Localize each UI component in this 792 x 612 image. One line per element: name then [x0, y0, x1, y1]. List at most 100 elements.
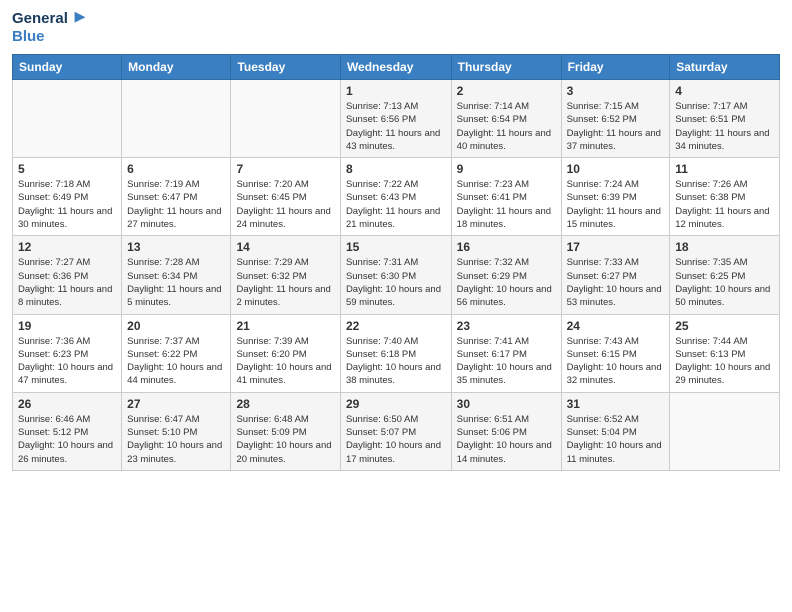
- page-container: General Blue SundayMondayTuesdayWednesda…: [0, 0, 792, 479]
- day-number: 24: [567, 319, 665, 333]
- day-info: Sunrise: 7:40 AM Sunset: 6:18 PM Dayligh…: [346, 335, 446, 388]
- day-info: Sunrise: 7:43 AM Sunset: 6:15 PM Dayligh…: [567, 335, 665, 388]
- day-cell: 17 Sunrise: 7:33 AM Sunset: 6:27 PM Dayli…: [561, 236, 670, 314]
- day-number: 23: [457, 319, 556, 333]
- day-info: Sunrise: 6:48 AM Sunset: 5:09 PM Dayligh…: [236, 413, 334, 466]
- week-row-2: 5 Sunrise: 7:18 AM Sunset: 6:49 PM Daylig…: [13, 158, 780, 236]
- day-number: 19: [18, 319, 116, 333]
- day-number: 20: [127, 319, 225, 333]
- day-info: Sunrise: 7:33 AM Sunset: 6:27 PM Dayligh…: [567, 256, 665, 309]
- day-cell: 28Sunrise: 6:48 AM Sunset: 5:09 PM Dayli…: [231, 392, 340, 470]
- weekday-header-monday: Monday: [122, 55, 231, 80]
- day-cell: 25 Sunrise: 7:44 AM Sunset: 6:13 PM Dayli…: [670, 314, 780, 392]
- weekday-header-wednesday: Wednesday: [340, 55, 451, 80]
- day-number: 22: [346, 319, 446, 333]
- day-number: 21: [236, 319, 334, 333]
- day-cell: 3Sunrise: 7:15 AM Sunset: 6:52 PM Daylig…: [561, 80, 670, 158]
- day-cell: 7Sunrise: 7:20 AM Sunset: 6:45 PM Daylig…: [231, 158, 340, 236]
- day-cell: 31 Sunrise: 6:52 AM Sunset: 5:04 PM Dayli…: [561, 392, 670, 470]
- day-number: 1: [346, 84, 446, 98]
- day-cell: [670, 392, 780, 470]
- day-info: Sunrise: 7:26 AM Sunset: 6:38 PM Dayligh…: [675, 178, 774, 231]
- day-cell: 26 Sunrise: 6:46 AM Sunset: 5:12 PM Dayli…: [13, 392, 122, 470]
- day-number: 30: [457, 397, 556, 411]
- day-number: 25: [675, 319, 774, 333]
- day-number: 7: [236, 162, 334, 176]
- weekday-header-saturday: Saturday: [670, 55, 780, 80]
- day-cell: 1 Sunrise: 7:13 AM Sunset: 6:56 PM Daylig…: [340, 80, 451, 158]
- weekday-header-row: SundayMondayTuesdayWednesdayThursdayFrid…: [13, 55, 780, 80]
- day-cell: 2 Sunrise: 7:14 AM Sunset: 6:54 PM Daylig…: [451, 80, 561, 158]
- weekday-header-sunday: Sunday: [13, 55, 122, 80]
- week-row-5: 26 Sunrise: 6:46 AM Sunset: 5:12 PM Dayli…: [13, 392, 780, 470]
- day-info: Sunrise: 7:31 AM Sunset: 6:30 PM Dayligh…: [346, 256, 446, 309]
- day-cell: 14Sunrise: 7:29 AM Sunset: 6:32 PM Dayli…: [231, 236, 340, 314]
- day-number: 14: [236, 240, 334, 254]
- day-cell: 9Sunrise: 7:23 AM Sunset: 6:41 PM Daylig…: [451, 158, 561, 236]
- day-info: Sunrise: 7:37 AM Sunset: 6:22 PM Dayligh…: [127, 335, 225, 388]
- day-info: Sunrise: 6:50 AM Sunset: 5:07 PM Dayligh…: [346, 413, 446, 466]
- day-cell: 18Sunrise: 7:35 AM Sunset: 6:25 PM Dayli…: [670, 236, 780, 314]
- day-info: Sunrise: 7:35 AM Sunset: 6:25 PM Dayligh…: [675, 256, 774, 309]
- header: General Blue: [12, 10, 780, 46]
- logo-flag-icon: [71, 10, 89, 28]
- day-info: Sunrise: 7:32 AM Sunset: 6:29 PM Dayligh…: [457, 256, 556, 309]
- day-info: Sunrise: 7:39 AM Sunset: 6:20 PM Dayligh…: [236, 335, 334, 388]
- day-number: 5: [18, 162, 116, 176]
- day-cell: 5 Sunrise: 7:18 AM Sunset: 6:49 PM Daylig…: [13, 158, 122, 236]
- day-info: Sunrise: 7:18 AM Sunset: 6:49 PM Dayligh…: [18, 178, 116, 231]
- week-row-4: 19 Sunrise: 7:36 AM Sunset: 6:23 PM Dayli…: [13, 314, 780, 392]
- day-cell: 15 Sunrise: 7:31 AM Sunset: 6:30 PM Dayli…: [340, 236, 451, 314]
- day-info: Sunrise: 6:47 AM Sunset: 5:10 PM Dayligh…: [127, 413, 225, 466]
- day-number: 29: [346, 397, 446, 411]
- day-info: Sunrise: 7:36 AM Sunset: 6:23 PM Dayligh…: [18, 335, 116, 388]
- day-cell: [122, 80, 231, 158]
- day-info: Sunrise: 6:46 AM Sunset: 5:12 PM Dayligh…: [18, 413, 116, 466]
- day-info: Sunrise: 7:14 AM Sunset: 6:54 PM Dayligh…: [457, 100, 556, 153]
- day-cell: 20 Sunrise: 7:37 AM Sunset: 6:22 PM Dayli…: [122, 314, 231, 392]
- day-info: Sunrise: 7:41 AM Sunset: 6:17 PM Dayligh…: [457, 335, 556, 388]
- week-row-3: 12Sunrise: 7:27 AM Sunset: 6:36 PM Dayli…: [13, 236, 780, 314]
- day-info: Sunrise: 7:19 AM Sunset: 6:47 PM Dayligh…: [127, 178, 225, 231]
- day-cell: 4 Sunrise: 7:17 AM Sunset: 6:51 PM Daylig…: [670, 80, 780, 158]
- day-number: 8: [346, 162, 446, 176]
- day-number: 31: [567, 397, 665, 411]
- day-cell: 16 Sunrise: 7:32 AM Sunset: 6:29 PM Dayli…: [451, 236, 561, 314]
- day-cell: 11 Sunrise: 7:26 AM Sunset: 6:38 PM Dayli…: [670, 158, 780, 236]
- day-cell: 30 Sunrise: 6:51 AM Sunset: 5:06 PM Dayli…: [451, 392, 561, 470]
- day-info: Sunrise: 7:28 AM Sunset: 6:34 PM Dayligh…: [127, 256, 225, 309]
- day-info: Sunrise: 6:51 AM Sunset: 5:06 PM Dayligh…: [457, 413, 556, 466]
- day-info: Sunrise: 7:24 AM Sunset: 6:39 PM Dayligh…: [567, 178, 665, 231]
- day-number: 4: [675, 84, 774, 98]
- day-number: 2: [457, 84, 556, 98]
- day-number: 6: [127, 162, 225, 176]
- day-cell: 29 Sunrise: 6:50 AM Sunset: 5:07 PM Dayli…: [340, 392, 451, 470]
- day-number: 27: [127, 397, 225, 411]
- day-info: Sunrise: 7:13 AM Sunset: 6:56 PM Dayligh…: [346, 100, 446, 153]
- day-info: Sunrise: 7:22 AM Sunset: 6:43 PM Dayligh…: [346, 178, 446, 231]
- day-info: Sunrise: 7:23 AM Sunset: 6:41 PM Dayligh…: [457, 178, 556, 231]
- day-cell: 27 Sunrise: 6:47 AM Sunset: 5:10 PM Dayli…: [122, 392, 231, 470]
- day-number: 17: [567, 240, 665, 254]
- day-cell: 10 Sunrise: 7:24 AM Sunset: 6:39 PM Dayli…: [561, 158, 670, 236]
- day-number: 11: [675, 162, 774, 176]
- day-number: 10: [567, 162, 665, 176]
- day-number: 26: [18, 397, 116, 411]
- day-cell: 19 Sunrise: 7:36 AM Sunset: 6:23 PM Dayli…: [13, 314, 122, 392]
- day-number: 3: [567, 84, 665, 98]
- day-cell: 13Sunrise: 7:28 AM Sunset: 6:34 PM Dayli…: [122, 236, 231, 314]
- day-info: Sunrise: 6:52 AM Sunset: 5:04 PM Dayligh…: [567, 413, 665, 466]
- day-cell: 6 Sunrise: 7:19 AM Sunset: 6:47 PM Daylig…: [122, 158, 231, 236]
- day-number: 12: [18, 240, 116, 254]
- day-number: 16: [457, 240, 556, 254]
- weekday-header-friday: Friday: [561, 55, 670, 80]
- day-cell: 12Sunrise: 7:27 AM Sunset: 6:36 PM Dayli…: [13, 236, 122, 314]
- logo: General Blue: [12, 10, 89, 46]
- week-row-1: 1 Sunrise: 7:13 AM Sunset: 6:56 PM Daylig…: [13, 80, 780, 158]
- day-info: Sunrise: 7:17 AM Sunset: 6:51 PM Dayligh…: [675, 100, 774, 153]
- logo-text-general: General: [12, 10, 68, 28]
- day-number: 15: [346, 240, 446, 254]
- day-info: Sunrise: 7:44 AM Sunset: 6:13 PM Dayligh…: [675, 335, 774, 388]
- day-cell: 22 Sunrise: 7:40 AM Sunset: 6:18 PM Dayli…: [340, 314, 451, 392]
- logo-text-blue: Blue: [12, 28, 45, 46]
